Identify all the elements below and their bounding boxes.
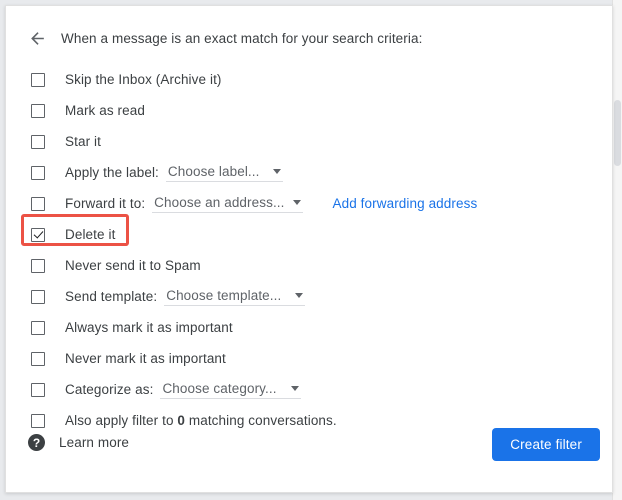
page-title: When a message is an exact match for you…	[61, 31, 422, 46]
checkbox-never-spam[interactable]	[31, 259, 45, 273]
add-forwarding-address-link[interactable]: Add forwarding address	[333, 196, 478, 211]
chevron-down-icon	[273, 169, 281, 174]
checkbox-mark-as-read[interactable]	[31, 104, 45, 118]
chevron-down-icon	[291, 386, 299, 391]
label-select[interactable]: Choose label...	[166, 164, 284, 182]
template-select[interactable]: Choose template...	[164, 288, 305, 306]
list-item-apply-label[interactable]: Apply the label: Choose label...	[6, 157, 612, 188]
checkbox-apply-label[interactable]	[31, 166, 45, 180]
learn-more-label: Learn more	[59, 435, 129, 450]
create-filter-button[interactable]: Create filter	[492, 428, 600, 461]
list-item-never-important[interactable]: Never mark it as important	[6, 343, 612, 374]
list-item-label: Apply the label:	[65, 165, 159, 180]
list-item-label: Never mark it as important	[65, 351, 226, 366]
list-item-forward-to[interactable]: Forward it to: Choose an address... Add …	[6, 188, 612, 219]
dialog-footer: ? Learn more Create filter	[6, 420, 612, 492]
checkbox-categorize-as[interactable]	[31, 383, 45, 397]
checkbox-delete-it[interactable]	[31, 228, 45, 242]
list-item-label: Mark as read	[65, 103, 145, 118]
dialog-header: When a message is an exact match for you…	[6, 24, 422, 52]
action-list: Skip the Inbox (Archive it) Mark as read…	[6, 64, 612, 436]
chevron-down-icon	[293, 200, 301, 205]
list-item-always-important[interactable]: Always mark it as important	[6, 312, 612, 343]
forward-address-select[interactable]: Choose an address...	[152, 195, 302, 213]
checkbox-forward-to[interactable]	[31, 197, 45, 211]
checkbox-never-important[interactable]	[31, 352, 45, 366]
checkbox-send-template[interactable]	[31, 290, 45, 304]
list-item-delete-it[interactable]: Delete it	[6, 219, 612, 250]
checkbox-always-important[interactable]	[31, 321, 45, 335]
filter-actions-dialog: When a message is an exact match for you…	[5, 5, 613, 493]
list-item-label: Never send it to Spam	[65, 258, 201, 273]
page-scrollbar-thumb[interactable]	[614, 100, 621, 166]
label-select-value: Choose label...	[168, 164, 260, 179]
list-item-label: Delete it	[65, 227, 115, 242]
checkbox-skip-inbox[interactable]	[31, 73, 45, 87]
chevron-down-icon	[295, 293, 303, 298]
category-select[interactable]: Choose category...	[160, 381, 300, 399]
list-item-label: Categorize as:	[65, 382, 153, 397]
list-item-send-template[interactable]: Send template: Choose template...	[6, 281, 612, 312]
list-item-label: Send template:	[65, 289, 157, 304]
learn-more-link[interactable]: ? Learn more	[28, 434, 129, 451]
template-select-value: Choose template...	[166, 288, 281, 303]
checkbox-star-it[interactable]	[31, 135, 45, 149]
list-item-skip-inbox[interactable]: Skip the Inbox (Archive it)	[6, 64, 612, 95]
page-scrollbar[interactable]	[612, 0, 622, 500]
list-item-never-spam[interactable]: Never send it to Spam	[6, 250, 612, 281]
list-item-label: Star it	[65, 134, 101, 149]
help-circle-icon: ?	[28, 434, 45, 451]
arrow-left-icon[interactable]	[23, 24, 51, 52]
list-item-label: Skip the Inbox (Archive it)	[65, 72, 222, 87]
list-item-star-it[interactable]: Star it	[6, 126, 612, 157]
list-item-label: Always mark it as important	[65, 320, 233, 335]
list-item-mark-as-read[interactable]: Mark as read	[6, 95, 612, 126]
list-item-label: Forward it to:	[65, 196, 145, 211]
category-select-value: Choose category...	[162, 381, 276, 396]
forward-address-select-value: Choose an address...	[154, 195, 284, 210]
list-item-categorize-as[interactable]: Categorize as: Choose category...	[6, 374, 612, 405]
